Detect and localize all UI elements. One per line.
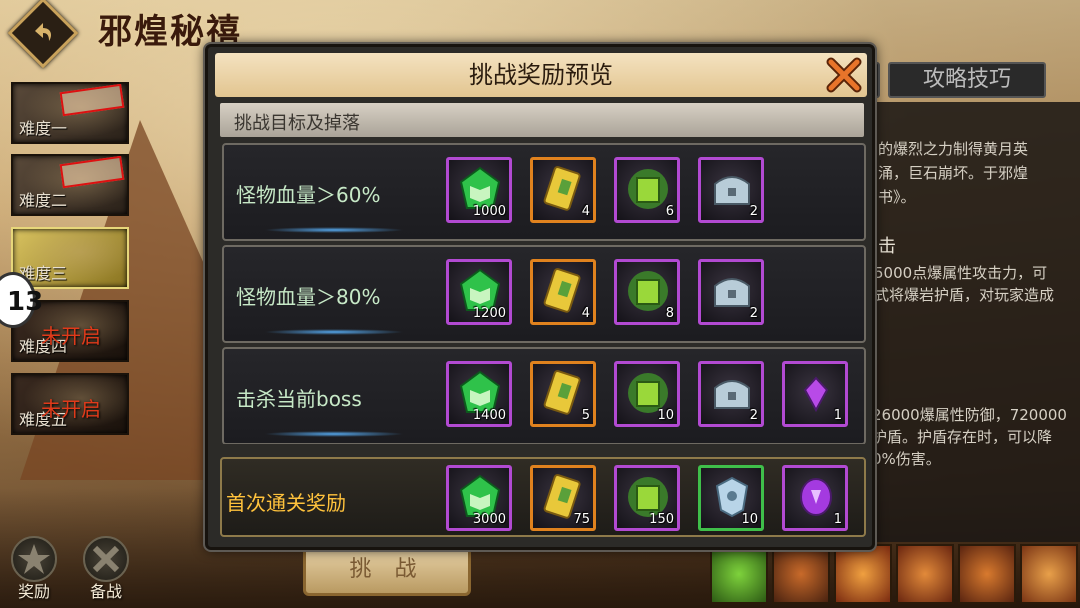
green-scroll-icon[interactable]: 8 — [614, 259, 680, 325]
item-quantity: 3000 — [472, 512, 506, 527]
item-quantity: 2 — [749, 204, 758, 219]
item-quantity: 6 — [665, 204, 674, 219]
defense-line-2: 护盾。护盾存在时，可以降 — [872, 428, 1053, 446]
section-header: 挑战目标及掉落 — [220, 103, 864, 137]
locked-status: 未开启 — [41, 324, 101, 348]
skill-icon[interactable] — [1020, 544, 1078, 604]
silver-chest-icon[interactable]: 2 — [698, 361, 764, 427]
silver-chest-icon[interactable]: 2 — [698, 259, 764, 325]
row-condition: 击杀当前boss — [236, 387, 362, 411]
reward-rows[interactable]: 怪物血量＞60% 1000 4 6 2 怪物血量＞80% 1200 4 8 2 … — [220, 137, 866, 444]
row-condition: 怪物血量＞80% — [236, 285, 381, 309]
item-quantity: 1400 — [472, 408, 506, 423]
item-quantity: 10 — [657, 408, 674, 423]
locked-status: 未开启 — [41, 397, 101, 421]
item-quantity: 1 — [833, 512, 842, 527]
dialog-header: 挑战奖励预览 — [215, 53, 867, 97]
green-scroll-icon[interactable]: 6 — [614, 157, 680, 223]
strategy-tab[interactable]: 攻略技巧 — [888, 62, 1046, 98]
reward-row: 击杀当前boss 1400 5 10 2 1 — [222, 347, 866, 444]
crossed-hammers-icon — [83, 536, 129, 582]
section-header-text: 挑战目标及掉落 — [234, 113, 360, 134]
dialog-title: 挑战奖励预览 — [469, 61, 613, 89]
item-quantity: 1 — [833, 408, 842, 423]
item-quantity: 75 — [573, 512, 590, 527]
item-quantity: 10 — [741, 512, 758, 527]
green-book-gem-icon[interactable]: 3000 — [446, 465, 512, 531]
boss-skill-strip — [708, 544, 1080, 608]
reward-row: 怪物血量＞60% 1000 4 6 2 — [222, 143, 866, 241]
skill-line-2: 式将爆岩护盾，对玩家造成 — [874, 286, 1055, 304]
close-icon — [826, 57, 862, 93]
reward-preview-dialog: 挑战奖励预览 挑战目标及掉落 怪物血量＞60% 1000 4 6 2 怪物血量＞… — [205, 44, 875, 550]
gold-ticket-icon[interactable]: 5 — [530, 361, 596, 427]
item-quantity: 2 — [749, 306, 758, 321]
story-line-3: 书》。 — [878, 188, 916, 206]
prepare-label: 备战 — [89, 582, 122, 601]
item-quantity: 4 — [581, 204, 590, 219]
item-quantity: 1200 — [472, 306, 506, 321]
gold-ticket-icon[interactable]: 4 — [530, 157, 596, 223]
item-quantity: 4 — [581, 306, 590, 321]
side-badge-text: 13 — [7, 287, 44, 317]
story-line-1: 的爆烈之力制得黄月英 — [878, 140, 1029, 158]
story-line-2: 涌，巨石崩坏。于邪煌 — [878, 164, 1029, 182]
gold-ticket-icon[interactable]: 75 — [530, 465, 596, 531]
green-book-gem-icon[interactable]: 1400 — [446, 361, 512, 427]
strategy-panel: 的爆烈之力制得黄月英 涌，巨石崩坏。于邪煌 书》。 击 5000点爆属性攻击力，… — [868, 102, 1080, 542]
skill-icon[interactable] — [834, 544, 892, 604]
green-scroll-icon[interactable]: 150 — [614, 465, 680, 531]
difficulty-2[interactable]: 难度二 — [11, 154, 129, 216]
purple-crystal-icon[interactable]: 1 — [782, 361, 848, 427]
skill-icon[interactable] — [958, 544, 1016, 604]
skill-icon[interactable] — [772, 544, 830, 604]
item-quantity: 150 — [649, 512, 674, 527]
silver-chest-icon[interactable]: 2 — [698, 157, 764, 223]
item-quantity: 1000 — [472, 204, 506, 219]
item-quantity: 2 — [749, 408, 758, 423]
back-arrow-icon — [35, 23, 51, 41]
difficulty-5[interactable]: 难度五 未开启 — [11, 373, 129, 435]
defense-line-3: 0%伤害。 — [872, 450, 941, 468]
item-quantity: 5 — [581, 408, 590, 423]
difficulty-label: 难度一 — [19, 119, 68, 138]
difficulty-label: 难度二 — [19, 191, 68, 210]
gold-ticket-icon[interactable]: 4 — [530, 259, 596, 325]
reward-row: 怪物血量＞80% 1200 4 8 2 — [222, 245, 866, 343]
skill-section-title: 击 — [878, 236, 896, 257]
first-clear-row: 首次通关奖励 3000 75 150 10 1 — [220, 457, 866, 537]
reward-button[interactable]: 奖励 — [8, 536, 60, 602]
item-quantity: 8 — [665, 306, 674, 321]
first-clear-label: 首次通关奖励 — [226, 491, 346, 515]
skill-line-1: 5000点爆属性攻击力，可 — [874, 264, 1048, 282]
green-book-gem-icon[interactable]: 1000 — [446, 157, 512, 223]
green-scroll-icon[interactable]: 10 — [614, 361, 680, 427]
star-icon — [11, 536, 57, 582]
silver-shield-icon[interactable]: 10 — [698, 465, 764, 531]
challenge-button[interactable]: 挑 战 — [303, 544, 471, 596]
reward-label: 奖励 — [17, 582, 50, 601]
green-book-gem-icon[interactable]: 1200 — [446, 259, 512, 325]
prepare-button[interactable]: 备战 — [80, 536, 132, 602]
defense-line-1: 26000爆属性防御，720000 — [872, 406, 1067, 424]
skill-icon[interactable] — [710, 544, 768, 604]
row-condition: 怪物血量＞60% — [236, 183, 381, 207]
close-button[interactable] — [825, 56, 863, 94]
difficulty-1[interactable]: 难度一 — [11, 82, 129, 144]
skill-icon[interactable] — [896, 544, 954, 604]
purple-crystal-egg-icon[interactable]: 1 — [782, 465, 848, 531]
